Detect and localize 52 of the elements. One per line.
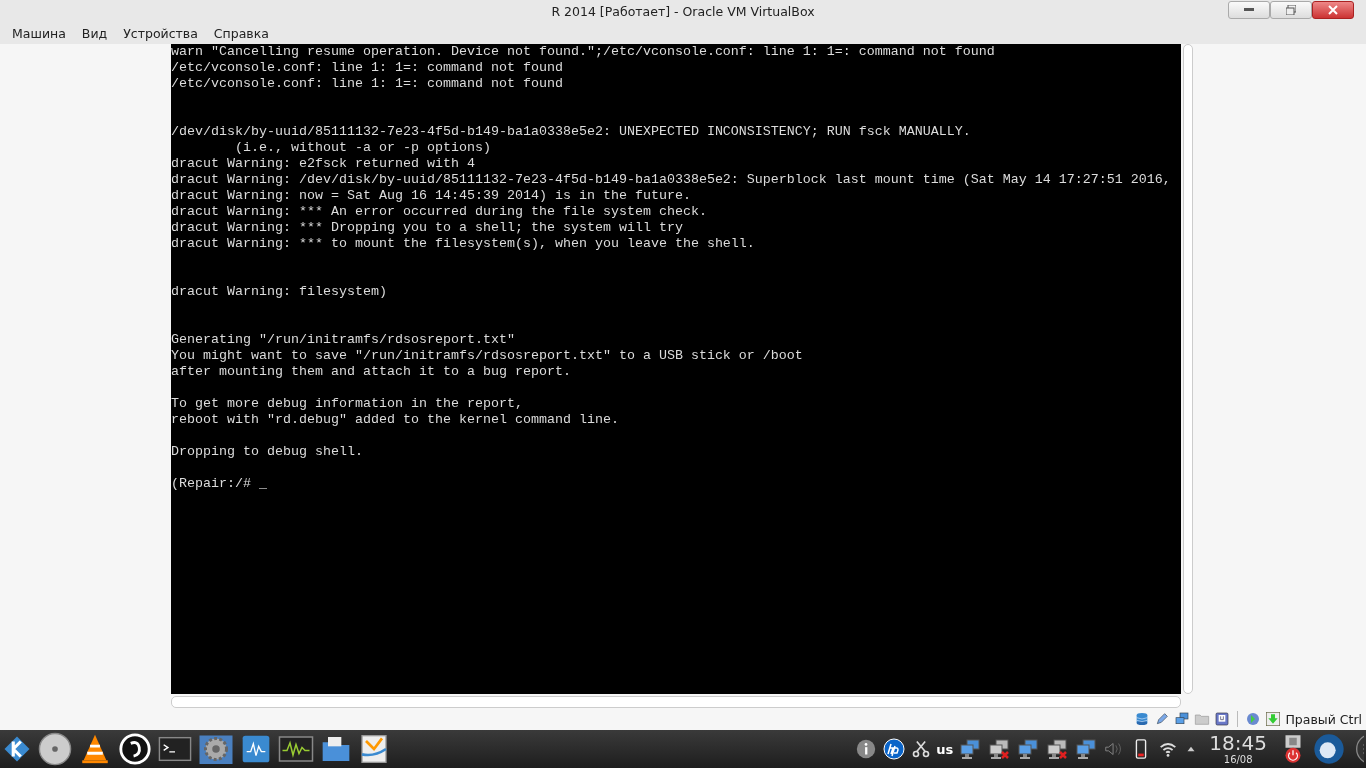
info-icon[interactable]	[855, 738, 878, 760]
scissors-icon[interactable]	[911, 739, 932, 759]
hp-logo-icon[interactable]	[882, 737, 907, 761]
chip-icon[interactable]	[1214, 711, 1231, 727]
console-line: dracut Warning: /dev/disk/by-uuid/85111132-7e23-4f5d-b149-ba1a0338e5e2: Superblock last mount time (Sat May 14 17:27:51 2016,	[171, 172, 1171, 188]
console-line: /etc/vconsole.conf: line 1: 1=: command not found	[171, 76, 563, 92]
network-disconnected-icon[interactable]	[1045, 737, 1070, 761]
globe-icon[interactable]	[1245, 711, 1262, 727]
host-key-label: Правый Ctrl	[1285, 711, 1362, 727]
clock-date[interactable]: 16/08	[1223, 754, 1253, 766]
menu-item[interactable]: Справка	[205, 25, 277, 41]
menu-item[interactable]: Машина	[4, 25, 74, 41]
console-line: dracut Warning: now = Sat Aug 16 14:45:39 2014) is in the future.	[171, 188, 691, 204]
network-icon[interactable]	[958, 737, 983, 761]
network-icon[interactable]	[1016, 737, 1041, 761]
console-line: dracut Warning: filesystem)	[171, 284, 387, 300]
console-line: dracut Warning: *** to mount the filesystem(s), when you leave the shell.	[171, 236, 755, 252]
console-line: To get more debug information in the report,	[171, 396, 523, 412]
pen-icon[interactable]	[1154, 711, 1171, 727]
screens-icon[interactable]	[1174, 711, 1191, 727]
console-line: /dev/disk/by-uuid/85111132-7e23-4f5d-b149-ba1a0338e5e2: UNEXPECTED INCONSISTENCY; RUN fsck MANUALLY.	[171, 124, 971, 140]
horizontal-scrollbar[interactable]	[171, 696, 1181, 708]
keyboard-layout-indicator[interactable]: us	[936, 741, 954, 757]
window-title: R 2014 [Работает] - Oracle VM VirtualBox	[551, 3, 815, 19]
minimize-button[interactable]	[1228, 1, 1270, 19]
network-disconnected-icon[interactable]	[987, 737, 1012, 761]
console-line: /etc/vconsole.conf: line 1: 1=: command not found	[171, 60, 563, 76]
close-button[interactable]	[1312, 1, 1354, 19]
console-line: Dropping to debug shell.	[171, 444, 363, 460]
network-icon[interactable]	[1074, 737, 1099, 761]
console-line: dracut Warning: e2fsck returned with 4	[171, 156, 475, 172]
minimize-icon	[1244, 8, 1254, 12]
monitor-icon[interactable]	[240, 733, 272, 765]
console-line: (Repair:/# _	[171, 476, 267, 492]
vertical-scrollbar[interactable]	[1183, 44, 1193, 694]
maximize-icon	[1286, 5, 1296, 15]
k-logo-icon[interactable]	[2, 734, 32, 764]
drawing-icon[interactable]	[358, 733, 390, 765]
close-icon	[1328, 5, 1338, 15]
console-line: (i.e., without -a or -p options)	[234, 140, 491, 156]
arrow-down-icon[interactable]	[1265, 711, 1282, 727]
console-line: dracut Warning: *** An error occurred during the file system check.	[171, 204, 707, 220]
menu-item[interactable]: Вид	[73, 25, 116, 41]
console-line: after mounting them and attach it to a bug report.	[171, 364, 571, 380]
clock-time[interactable]: 18:45	[1209, 732, 1267, 754]
disc-icon[interactable]	[38, 732, 72, 766]
console-line: You might want to save "/run/initramfs/rdsosreport.txt" to a USB stick or /boot	[171, 348, 803, 364]
menu-item[interactable]: Устройства	[115, 25, 206, 41]
console-line: warn "Cancelling resume operation. Device not found.";/etc/vconsole.conf: line 1: 1=: command not found	[171, 44, 995, 60]
console-line: Generating "/run/initramfs/rdsosreport.txt"	[171, 332, 515, 348]
console-line: reboot with "rd.debug" added to the kernel command line.	[171, 412, 619, 428]
console-line: dracut Warning: *** Dropping you to a shell; the system will try	[171, 220, 683, 236]
